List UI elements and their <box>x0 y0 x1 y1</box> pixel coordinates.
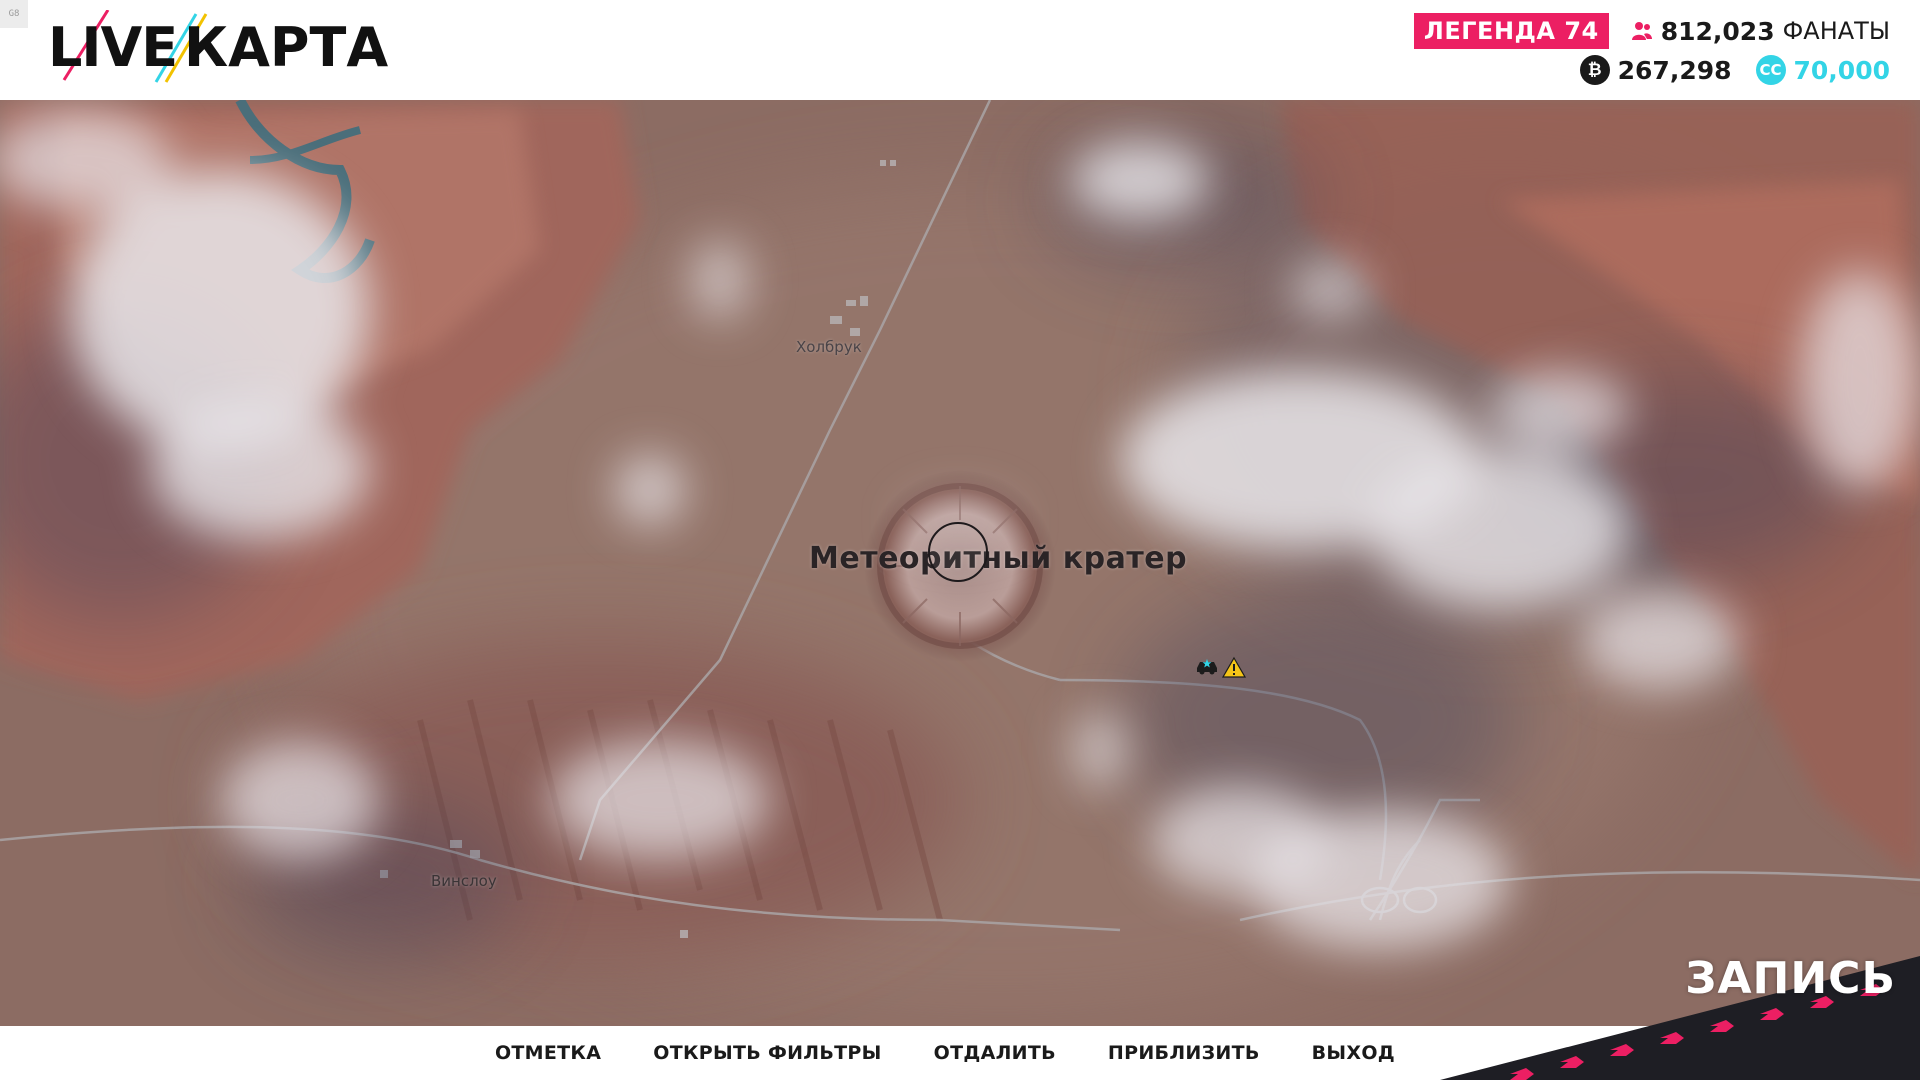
logo-live-text: LIVE <box>48 16 178 79</box>
live-map-screen: G8 LIVE КАРТА ЛЕГЕНДА 74 812,023 ФАНАТЫ <box>0 0 1920 1080</box>
zoom-out-button[interactable]: ОТДАЛИТЬ <box>934 1042 1056 1064</box>
fans-counter: 812,023 ФАНАТЫ <box>1631 17 1890 46</box>
map-view[interactable]: Холбрук Винслоу Метеоритный кратер <box>0 100 1920 1026</box>
fans-value: 812,023 <box>1660 16 1775 46</box>
recording-label: ЗАПИСЬ <box>1685 953 1896 1004</box>
credits-value: 267,298 <box>1617 55 1732 85</box>
player-stats-bottom: ₿ 267,298 CC 70,000 <box>1579 52 1890 88</box>
action-list: ОТМЕТКА ОТКРЫТЬ ФИЛЬТРЫ ОТДАЛИТЬ ПРИБЛИЗ… <box>0 1026 1560 1080</box>
mark-button[interactable]: ОТМЕТКА <box>495 1042 601 1064</box>
open-filters-button[interactable]: ОТКРЫТЬ ФИЛЬТРЫ <box>653 1042 881 1064</box>
rank-badge: ЛЕГЕНДА 74 <box>1413 13 1609 49</box>
car-marker-icon[interactable] <box>1195 653 1219 677</box>
location-label-winslow[interactable]: Винслоу <box>431 872 497 890</box>
map-cursor[interactable] <box>928 522 988 582</box>
fps-counter: G8 <box>0 0 28 28</box>
location-label-holbrook[interactable]: Холбрук <box>796 338 862 356</box>
header: G8 LIVE КАРТА ЛЕГЕНДА 74 812,023 ФАНАТЫ <box>0 0 1920 100</box>
live-map-logo: LIVE КАРТА <box>44 10 388 86</box>
logo-map-text: КАРТА <box>184 16 389 79</box>
people-icon <box>1631 22 1652 40</box>
fans-label: ФАНАТЫ <box>1782 17 1890 45</box>
credits-coin-icon: ₿ <box>1579 55 1610 85</box>
cc-value: 70,000 <box>1793 55 1890 85</box>
zoom-in-button[interactable]: ПРИБЛИЗИТЬ <box>1108 1042 1260 1064</box>
player-stats-top: ЛЕГЕНДА 74 812,023 ФАНАТЫ <box>1413 12 1890 50</box>
cc-coin-icon: CC <box>1755 55 1786 85</box>
credits-counter: ₿ 267,298 <box>1579 55 1732 85</box>
cc-counter: CC 70,000 <box>1755 55 1890 85</box>
location-label-crater[interactable]: Метеоритный кратер <box>809 541 1187 576</box>
exit-button[interactable]: ВЫХОД <box>1312 1042 1395 1064</box>
warning-icon[interactable] <box>1222 656 1246 680</box>
